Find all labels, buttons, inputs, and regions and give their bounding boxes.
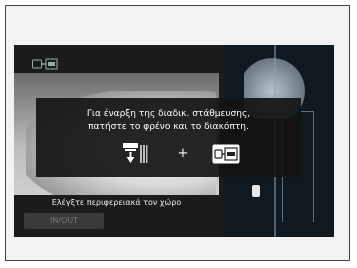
inout-button[interactable]: IN/OUT bbox=[24, 213, 104, 229]
plus-sign: + bbox=[177, 146, 189, 161]
camera-hint-text: Ελέγξτε περιφερειακά τον χώρο bbox=[51, 198, 182, 207]
brake-pedal-icon bbox=[123, 143, 148, 163]
parking-switch-icon bbox=[212, 144, 240, 164]
instruction-line-1: Για έναρξη της διαδικ. στάθμευσης, bbox=[86, 109, 251, 119]
parking-assist-icon bbox=[32, 58, 58, 70]
instruction-dialog: Για έναρξη της διαδικ. στάθμευσης, πατήσ… bbox=[36, 98, 301, 177]
instruction-text: Για έναρξη της διαδικ. στάθμευσης, πατήσ… bbox=[36, 108, 301, 134]
instruction-line-2: πατήστε το φρένο και το διακόπτη. bbox=[88, 122, 249, 132]
own-car-marker bbox=[252, 185, 260, 197]
